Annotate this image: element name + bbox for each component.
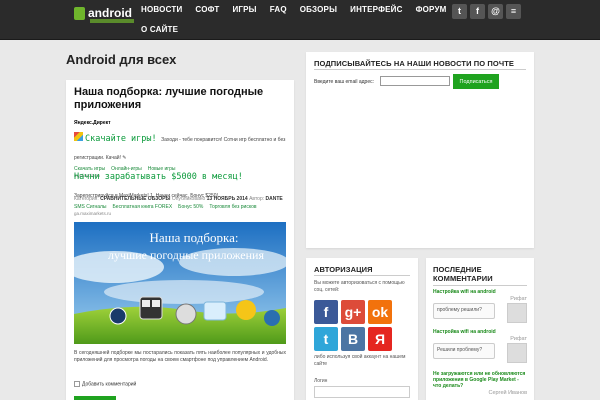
widget-divider: [314, 275, 410, 276]
nav-item-soft[interactable]: СОФТ: [195, 0, 219, 20]
email-label: Введите ваш email адрес:: [314, 79, 374, 85]
comment-text: Решили проблему?: [433, 343, 495, 359]
recent-comments-widget: ПОСЛЕДНИЕ КОММЕНТАРИИ Настройка wifi на …: [426, 258, 534, 400]
hero-caption-line1: Наша подборка:: [149, 230, 238, 245]
android-logo-icon: [74, 6, 85, 20]
login-field[interactable]: [314, 386, 410, 398]
comments-title: ПОСЛЕДНИЕ КОММЕНТАРИИ: [433, 265, 493, 283]
avatar: [507, 343, 527, 363]
nav-item-forum[interactable]: ФОРУМ: [416, 0, 447, 20]
yandex-login-icon[interactable]: Я: [368, 327, 392, 351]
add-comment-link[interactable]: Добавить комментарий: [74, 381, 136, 387]
widget-divider: [314, 69, 526, 70]
meta-author[interactable]: DANTE: [266, 196, 283, 202]
twitter-login-icon[interactable]: t: [314, 327, 338, 351]
auth-intro: Вы можете авторизоваться с помощью соц. …: [314, 280, 405, 293]
nav-item-news[interactable]: НОВОСТИ: [141, 0, 182, 20]
meta-author-label: Автор:: [249, 196, 265, 202]
meta-date: 13 НОЯБРЬ 2014: [206, 196, 248, 202]
meta-category-label: Категория:: [74, 196, 99, 202]
ad-link[interactable]: Торговля без рисков: [209, 204, 256, 210]
social-login-grid: f g+ ok t B Я: [314, 300, 394, 351]
game-ad-icon: [74, 132, 83, 142]
hero-caption-line2: лучшие погодные приложения: [108, 248, 264, 262]
read-more-button[interactable]: [74, 396, 116, 400]
comment-item: Настройка wifi на android Рифат проблему…: [433, 289, 527, 323]
comment-text: проблему решили?: [433, 303, 495, 319]
nav-item-interface[interactable]: ИНТЕРФЕЙС: [350, 0, 402, 20]
post-meta: Категория: СРАВНИТЕЛЬНЫЕ ОБЗОРЫ Опублико…: [74, 196, 286, 203]
email-icon[interactable]: @: [488, 4, 503, 19]
google-plus-login-icon[interactable]: g+: [341, 300, 365, 324]
ad-url[interactable]: ga.maximarkets.ru: [74, 211, 286, 216]
nav-item-faq[interactable]: FAQ: [270, 0, 287, 20]
odnoklassniki-login-icon[interactable]: ok: [368, 300, 392, 324]
nav-item-about[interactable]: О САЙТЕ: [141, 20, 178, 40]
facebook-login-icon[interactable]: f: [314, 300, 338, 324]
rss-icon[interactable]: ≡: [506, 4, 521, 19]
post-hero-image[interactable]: Наша подборка: лучшие погодные приложени…: [74, 222, 286, 344]
ad-block-forex: Начни зарабатывать $5000 в месяц! Зареги…: [74, 166, 286, 216]
auth-hint: либо используя свой аккаунт на нашем сай…: [314, 354, 406, 367]
avatar: [507, 303, 527, 323]
comment-item: Не загружаются или не обновляются прилож…: [433, 371, 527, 396]
main-nav-row2: О САЙТЕ: [141, 20, 191, 40]
comment-post-link[interactable]: Настройка wifi на android: [433, 289, 527, 295]
subscribe-title: ПОДПИСЫВАЙТЕСЬ НА НАШИ НОВОСТИ ПО ПОЧТЕ: [314, 59, 514, 68]
ad-title[interactable]: Скачайте игры!: [85, 134, 157, 144]
comment-author: Рифат: [510, 336, 527, 342]
ad-link[interactable]: Бесплатная книга FOREX: [113, 204, 173, 210]
ad-link[interactable]: SMS Сигналы: [74, 204, 107, 210]
comment-author: Сергей Иванов: [488, 390, 527, 396]
social-links: t f @ ≡: [452, 4, 524, 19]
page-title: Android для всех: [66, 52, 177, 67]
comment-item: Настройка wifi на android Рифат Решили п…: [433, 329, 527, 363]
widget-divider: [433, 285, 527, 286]
subscribe-button[interactable]: Подписаться: [453, 74, 499, 89]
ad-title[interactable]: Начни зарабатывать $5000 в месяц!: [74, 172, 243, 182]
comment-author: Рифат: [510, 296, 527, 302]
email-field[interactable]: [380, 76, 450, 86]
nav-item-games[interactable]: ИГРЫ: [232, 0, 256, 20]
facebook-icon[interactable]: f: [470, 4, 485, 19]
post-excerpt: В сегодняшней подборке мы постарались по…: [74, 350, 286, 363]
nav-item-reviews[interactable]: ОБЗОРЫ: [300, 0, 337, 20]
login-label: Логин: [314, 378, 328, 384]
post-title[interactable]: Наша подборка: лучшие погодные приложени…: [74, 86, 286, 112]
ad-link[interactable]: Бонус 50%: [178, 204, 203, 210]
main-nav: НОВОСТИ СОФТ ИГРЫ FAQ ОБЗОРЫ ИНТЕРФЕЙС Ф…: [141, 0, 460, 20]
auth-widget: АВТОРИЗАЦИЯ Вы можете авторизоваться с п…: [306, 258, 418, 400]
logo-text: android: [88, 6, 132, 20]
meta-published-label: Опубликовано: [171, 196, 206, 202]
post-card: Наша подборка: лучшие погодные приложени…: [66, 80, 294, 400]
comment-post-link[interactable]: Настройка wifi на android: [433, 329, 527, 335]
meta-category[interactable]: СРАВНИТЕЛЬНЫЕ ОБЗОРЫ: [100, 196, 170, 202]
top-navigation-bar: android НОВОСТИ СОФТ ИГРЫ FAQ ОБЗОРЫ ИНТ…: [0, 0, 600, 40]
subscribe-widget: ПОДПИСЫВАЙТЕСЬ НА НАШИ НОВОСТИ ПО ПОЧТЕ …: [306, 52, 534, 248]
comment-post-link[interactable]: Не загружаются или не обновляются прилож…: [433, 371, 527, 389]
auth-title: АВТОРИЗАЦИЯ: [314, 265, 373, 274]
yandex-direct-label[interactable]: Яндекс.Директ: [74, 120, 111, 126]
logo-underline: [90, 19, 134, 23]
vkontakte-login-icon[interactable]: B: [341, 327, 365, 351]
twitter-icon[interactable]: t: [452, 4, 467, 19]
